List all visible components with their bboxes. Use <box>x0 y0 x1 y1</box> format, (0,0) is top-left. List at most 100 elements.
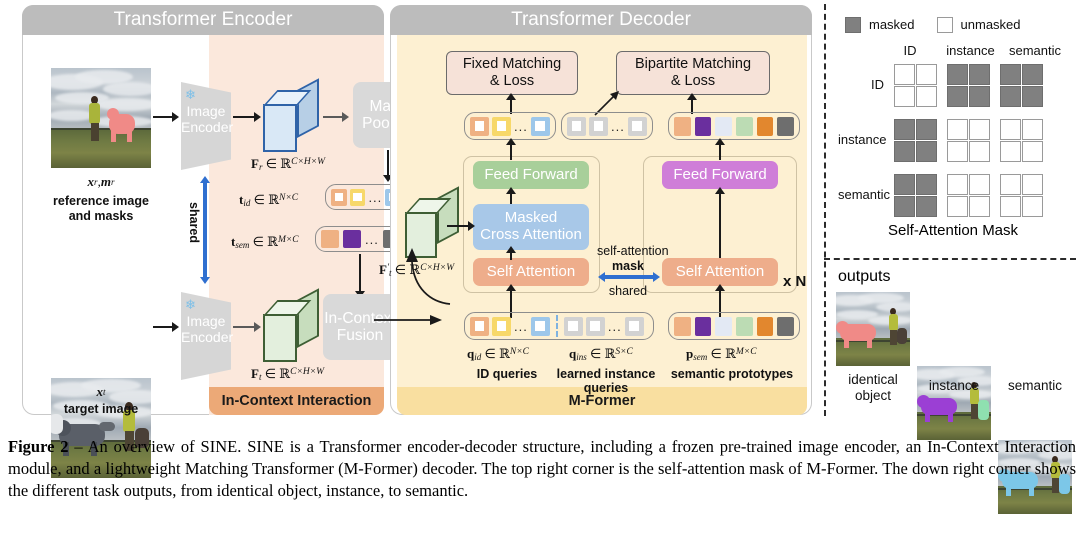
mask-cell <box>916 141 937 162</box>
self-attention-mask-arrow-line <box>604 275 654 279</box>
mask-cell <box>947 196 968 217</box>
mask-cell <box>969 196 990 217</box>
p-sem-token-1 <box>694 316 712 336</box>
shared-arrowhead-up <box>200 176 210 183</box>
frozen-snowflake-icon-top: ❄ <box>185 87 196 102</box>
mask-matrix-title: Self-Attention Mask <box>887 222 1019 239</box>
top-semantic-token-0 <box>674 116 691 136</box>
top-id-token-strip: ... <box>464 112 556 140</box>
mask-cell <box>1000 174 1021 195</box>
arrowhead-idtokens-to-fixedmatching <box>506 93 516 100</box>
bottom-qins-token-2 <box>624 316 644 336</box>
masked-cross-attention-line2: Cross Attention <box>480 226 582 243</box>
mask-cell <box>1000 196 1021 217</box>
mask-row-header-0: ID <box>871 77 884 93</box>
arrowhead-psem-to-sa-right <box>715 284 725 291</box>
mask-row-header-2: semantic <box>838 187 891 203</box>
feature-cube-target <box>263 288 321 362</box>
q-ins-caption-line1: learned instance <box>556 367 656 381</box>
mask-block-2-0 <box>894 174 937 217</box>
bottom-qins-token-1 <box>585 316 605 336</box>
bottom-qins-token-0 <box>563 316 583 336</box>
outputs-title: outputs <box>838 268 891 285</box>
output-thumbnail-0 <box>836 292 910 366</box>
p-sem-token-3 <box>736 316 753 336</box>
mask-cell <box>894 86 915 107</box>
mask-matrix-row-2: semantic <box>838 174 1043 217</box>
mask-matrix: ID instance semantic <box>838 64 1043 217</box>
mask-cell <box>1000 86 1021 107</box>
mask-cell <box>916 119 937 140</box>
mask-cell <box>894 196 915 217</box>
legend-unmasked-swatch <box>936 17 953 33</box>
bottom-qins-ellipsis: ... <box>607 318 622 334</box>
transformer-decoder-panel: Transformer Decoder M-Former Fixed Match… <box>379 5 812 415</box>
mask-cell <box>947 141 968 162</box>
legend-unmasked-label: unmasked <box>960 16 1021 32</box>
output-caption-0-line1: identical <box>848 372 898 387</box>
shared-arrow-line <box>203 182 207 278</box>
arrow-fusedcube-to-mca <box>447 225 469 227</box>
feature-target-label: Ft ∈ ℝC×H×W <box>251 366 325 382</box>
mask-cell <box>1000 141 1021 162</box>
top-semantic-token-2 <box>715 116 733 136</box>
image-encoder-top-label-line1: Image <box>186 103 226 119</box>
p-sem-token-5 <box>777 316 795 336</box>
right-column-horizontal-divider <box>824 258 1076 260</box>
arrowhead-encoder-to-feattgt <box>254 322 261 332</box>
arrowhead-ff-left-to-tokens <box>506 138 516 145</box>
arrow-queries-to-fusedcube <box>400 246 454 308</box>
bipartite-matching-line1: Bipartite Matching <box>634 56 752 73</box>
top-id-token-0 <box>470 116 489 136</box>
mask-block-1-0 <box>894 119 937 162</box>
fixed-matching-line2: & Loss <box>489 73 535 89</box>
self-attention-left-box: Self Attention <box>473 258 589 286</box>
mask-cell <box>969 119 990 140</box>
masked-cross-attention-box: Masked Cross Attention <box>473 204 589 250</box>
self-attention-right-box: Self Attention <box>662 258 778 286</box>
output-caption-1-line1: instance <box>928 378 980 393</box>
reference-image-caption-line2: and masks <box>68 209 134 223</box>
top-instance-ellipsis: ... <box>611 118 625 134</box>
arrow-sa-to-ff-right <box>719 191 721 258</box>
image-encoder-bottom-label-line2: Encoder <box>181 328 234 345</box>
mask-cell <box>1022 174 1043 195</box>
top-id-token-1 <box>492 116 511 136</box>
bottom-qid-token-0 <box>470 316 489 336</box>
self-attention-mask-line1: self-attention <box>597 244 669 258</box>
top-instance-token-1 <box>589 116 608 136</box>
image-encoder-bottom-label-line1: Image <box>186 313 226 329</box>
mask-block-0-2 <box>1000 64 1043 107</box>
image-encoder-top-label-line2: Encoder <box>181 118 234 135</box>
repeat-n-label: x N <box>783 273 807 290</box>
queries-to-cube-svg <box>406 248 451 305</box>
mask-cell <box>969 64 990 85</box>
top-id-ellipsis: ... <box>514 118 528 134</box>
mask-matrix-col-headers: ID instance semantic <box>885 43 1065 59</box>
arrow-tsem-to-fusion <box>359 254 361 292</box>
arrow-ref-to-encoder <box>153 116 173 118</box>
top-instance-token-0 <box>567 116 586 136</box>
t-id-token-0 <box>331 188 347 206</box>
mask-cell <box>894 141 915 162</box>
figure-root: Transformer Encoder In-Context Interacti… <box>0 0 1084 560</box>
mask-cell <box>1000 119 1021 140</box>
arrowhead-ref-to-encoder <box>172 112 179 122</box>
reference-image-caption-line1: reference image <box>53 194 149 208</box>
mask-cell <box>916 174 937 195</box>
mask-matrix-row-0: ID <box>838 64 1043 107</box>
arrow-encoder-to-feattgt <box>233 326 255 328</box>
mask-cell <box>969 86 990 107</box>
fixed-matching-line1: Fixed Matching <box>462 56 562 73</box>
mask-block-1-2 <box>1000 119 1043 162</box>
mask-block-2-2 <box>1000 174 1043 217</box>
t-id-label: tid ∈ ℝN×C <box>239 192 299 208</box>
arrowhead-featref-to-maskpooling <box>342 112 349 122</box>
self-attention-mask-arrowhead-right <box>653 272 660 282</box>
legend-masked-swatch <box>845 17 861 33</box>
arrowhead-ff-right-to-tokens <box>715 138 725 145</box>
top-instance-token-strip: ... <box>561 112 653 140</box>
top-semantic-token-strip <box>668 112 800 140</box>
transformer-encoder-panel: Transformer Encoder In-Context Interacti… <box>22 5 423 478</box>
top-instance-token-2 <box>627 116 647 136</box>
